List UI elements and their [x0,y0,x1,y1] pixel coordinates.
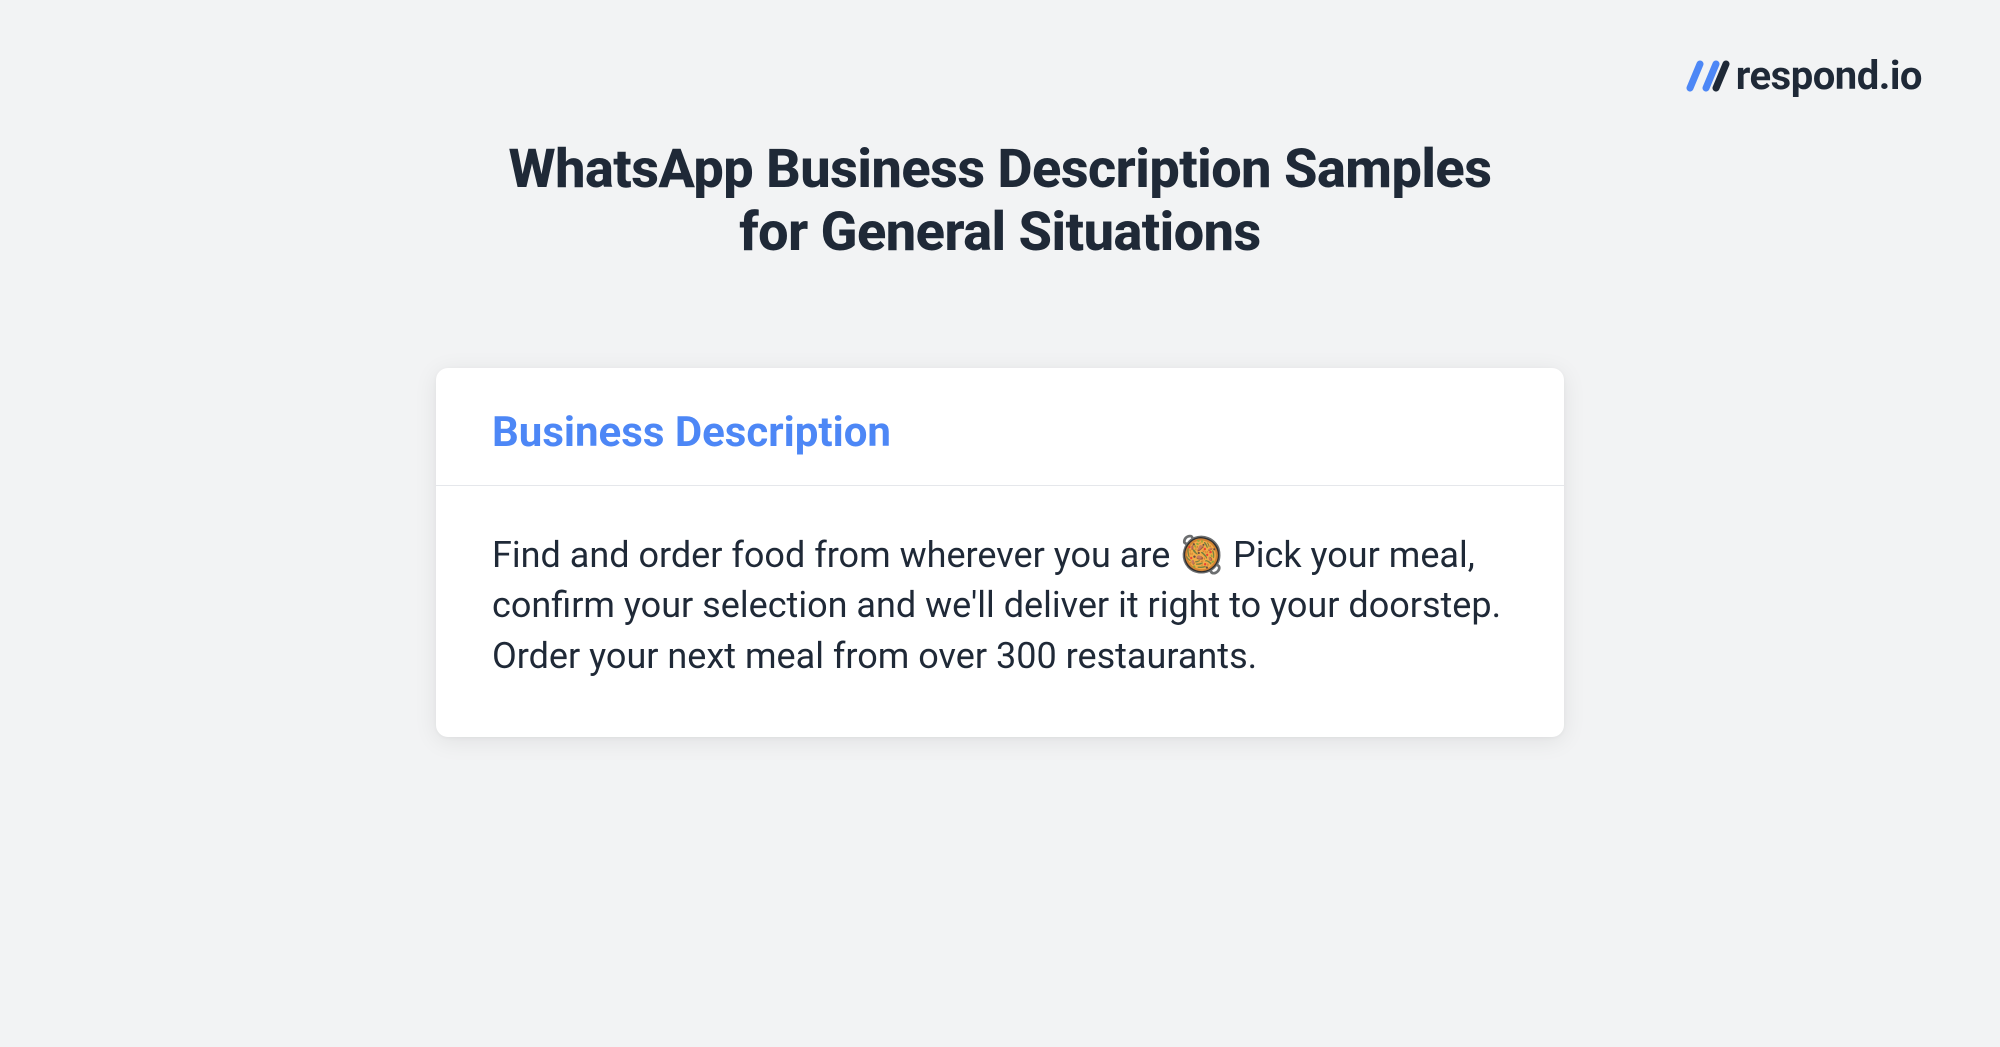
description-card: Business Description Find and order food… [436,368,1564,737]
page-title: WhatsApp Business Description Samples fo… [500,138,1500,264]
brand-logo: respond.io [1686,52,1922,99]
card-title: Business Description [492,408,1508,457]
card-header: Business Description [436,368,1564,486]
logo-text: respond.io [1736,52,1922,99]
card-body: Find and order food from wherever you ar… [436,486,1564,737]
logo-slash-icon [1686,60,1730,92]
description-text: Find and order food from wherever you ar… [492,530,1508,681]
